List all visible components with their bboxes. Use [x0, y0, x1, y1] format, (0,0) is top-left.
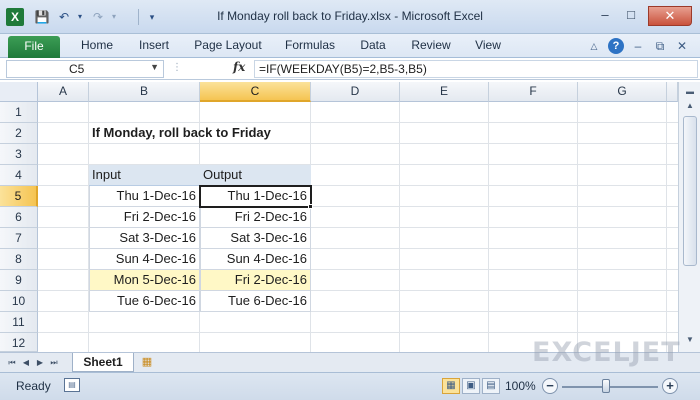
formula-bar: C5 ▼ ⋮ fx =IF(WEEKDAY(B5)=2,B5-3,B5) — [0, 58, 700, 80]
page-layout-view-icon[interactable]: ▣ — [462, 378, 480, 394]
input-cell[interactable]: Thu 1-Dec-16 — [89, 186, 200, 207]
workbook-minimize-icon[interactable]: – — [630, 38, 646, 54]
last-sheet-icon[interactable]: ⏭ — [48, 356, 60, 370]
tab-page-layout[interactable]: Page Layout — [188, 34, 268, 58]
save-icon[interactable]: 💾 — [34, 9, 50, 25]
row-header-selected[interactable]: 5 — [0, 186, 38, 207]
title-bar: X 💾 ↶ ▾ ↷ ▾ ▾ If Monday roll back to Fri… — [0, 0, 700, 34]
ribbon-tabs: File Home Insert Page Layout Formulas Da… — [0, 34, 700, 58]
macro-record-icon[interactable]: ▤ — [64, 378, 80, 392]
normal-view-icon[interactable]: ▦ — [442, 378, 460, 394]
column-header[interactable] — [667, 82, 678, 102]
toolbar-divider — [138, 9, 139, 25]
row-header[interactable]: 10 — [0, 291, 38, 312]
undo-dropdown-icon[interactable]: ▾ — [72, 9, 88, 25]
column-header[interactable]: F — [489, 82, 578, 102]
name-box[interactable]: C5 ▼ — [6, 60, 164, 78]
minimize-icon[interactable]: – — [594, 6, 616, 26]
row-header[interactable]: 2 — [0, 123, 38, 144]
output-cell[interactable]: Thu 1-Dec-16 — [200, 186, 311, 207]
input-cell[interactable]: Tue 6-Dec-16 — [89, 291, 200, 312]
zoom-slider-thumb[interactable] — [602, 379, 610, 393]
name-box-value: C5 — [69, 62, 85, 76]
tab-view[interactable]: View — [466, 34, 510, 58]
row-header[interactable]: 11 — [0, 312, 38, 333]
input-cell[interactable]: Sat 3-Dec-16 — [89, 228, 200, 249]
tab-formulas[interactable]: Formulas — [278, 34, 342, 58]
window-title: If Monday roll back to Friday.xlsx - Mic… — [217, 9, 483, 23]
output-cell[interactable]: Sun 4-Dec-16 — [200, 249, 311, 270]
scroll-down-icon[interactable]: ▼ — [682, 332, 698, 348]
row-header[interactable]: 9 — [0, 270, 38, 291]
vertical-scrollbar[interactable]: ▬ ▲ ▼ — [678, 82, 700, 352]
fill-handle[interactable] — [308, 204, 313, 209]
row-header[interactable]: 4 — [0, 165, 38, 186]
tab-file[interactable]: File — [8, 36, 60, 58]
undo-icon[interactable]: ↶ — [56, 9, 72, 25]
row-header[interactable]: 3 — [0, 144, 38, 165]
page-break-preview-icon[interactable]: ▤ — [482, 378, 500, 394]
help-icon[interactable]: ? — [608, 38, 624, 54]
minimize-ribbon-icon[interactable]: △ — [586, 38, 602, 54]
scroll-up-icon[interactable]: ▲ — [682, 98, 698, 114]
tab-data[interactable]: Data — [352, 34, 394, 58]
formula-input[interactable]: =IF(WEEKDAY(B5)=2,B5-3,B5) — [254, 60, 698, 78]
tab-review[interactable]: Review — [404, 34, 458, 58]
column-header[interactable]: E — [400, 82, 489, 102]
watermark-logo: EXCELJET — [532, 337, 681, 368]
workbook-close-icon[interactable]: ✕ — [674, 38, 690, 54]
formula-bar-grip-icon[interactable]: ⋮ — [172, 62, 182, 73]
input-cell-highlighted[interactable]: Mon 5-Dec-16 — [89, 270, 200, 291]
row-header[interactable]: 6 — [0, 207, 38, 228]
output-cell[interactable]: Fri 2-Dec-16 — [200, 207, 311, 228]
output-cell[interactable]: Sat 3-Dec-16 — [200, 228, 311, 249]
zoom-level[interactable]: 100% — [505, 379, 536, 393]
column-header[interactable]: G — [578, 82, 667, 102]
worksheet-grid[interactable]: A B C D E F G 1 2 3 4 5 6 7 8 9 10 11 12… — [0, 82, 678, 352]
column-header[interactable]: A — [38, 82, 89, 102]
output-header-cell[interactable]: Output — [200, 165, 311, 186]
column-header[interactable]: D — [311, 82, 400, 102]
redo-dropdown-icon[interactable]: ▾ — [106, 9, 122, 25]
row-header[interactable]: 1 — [0, 102, 38, 123]
first-sheet-icon[interactable]: ⏮ — [6, 356, 18, 370]
output-cell[interactable]: Tue 6-Dec-16 — [200, 291, 311, 312]
tab-insert[interactable]: Insert — [128, 34, 180, 58]
redo-icon[interactable]: ↷ — [90, 9, 106, 25]
sheet-tab-active[interactable]: Sheet1 — [72, 353, 134, 372]
column-header-selected[interactable]: C — [200, 82, 311, 102]
insert-sheet-icon[interactable]: ▦ — [138, 355, 156, 370]
maximize-icon[interactable]: □ — [620, 6, 642, 26]
scroll-thumb[interactable] — [683, 116, 697, 266]
input-cell[interactable]: Sun 4-Dec-16 — [89, 249, 200, 270]
zoom-slider-track[interactable] — [562, 386, 658, 388]
select-all-corner[interactable] — [0, 82, 38, 102]
workbook-restore-icon[interactable]: ⧉ — [652, 38, 668, 54]
next-sheet-icon[interactable]: ▶ — [34, 356, 46, 370]
insert-function-button[interactable]: fx — [233, 60, 245, 74]
gridline — [38, 332, 678, 333]
output-cell-highlighted[interactable]: Fri 2-Dec-16 — [200, 270, 311, 291]
sheet-title-cell[interactable]: If Monday, roll back to Friday — [89, 123, 389, 144]
customize-toolbar-icon[interactable]: ▾ — [144, 9, 160, 25]
input-header-cell[interactable]: Input — [89, 165, 200, 186]
status-bar: Ready ▤ ▦ ▣ ▤ 100% − + — [0, 372, 700, 400]
row-header[interactable]: 12 — [0, 333, 38, 352]
zoom-out-icon[interactable]: − — [542, 378, 558, 394]
close-icon[interactable]: ✕ — [648, 6, 692, 26]
tab-home[interactable]: Home — [72, 34, 122, 58]
row-header[interactable]: 7 — [0, 228, 38, 249]
chevron-down-icon[interactable]: ▼ — [150, 62, 159, 72]
status-ready-text: Ready — [16, 379, 51, 393]
zoom-in-icon[interactable]: + — [662, 378, 678, 394]
row-header[interactable]: 8 — [0, 249, 38, 270]
input-cell[interactable]: Fri 2-Dec-16 — [89, 207, 200, 228]
excel-app-icon[interactable]: X — [6, 8, 24, 26]
prev-sheet-icon[interactable]: ◀ — [20, 356, 32, 370]
column-header[interactable]: B — [89, 82, 200, 102]
